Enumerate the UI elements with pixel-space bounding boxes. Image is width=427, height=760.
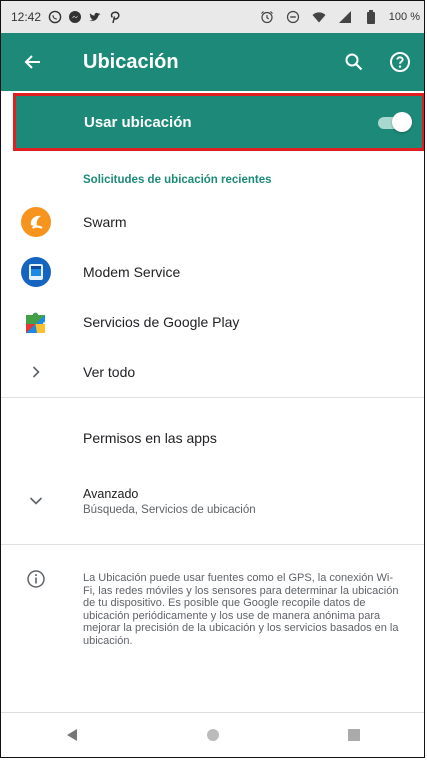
back-button[interactable] [1,33,65,91]
app-permissions-label: Permisos en las apps [83,430,217,446]
nav-home-button[interactable] [193,715,233,755]
use-location-toggle[interactable] [376,112,412,132]
advanced-summary: Búsqueda, Servicios de ubicación [83,503,256,516]
help-button[interactable] [386,48,414,76]
swarm-app-icon [21,207,51,237]
use-location-switch-row[interactable]: Usar ubicación [13,93,424,151]
chevron-right-icon [32,366,40,378]
recent-requests-header: Solicitudes de ubicación recientes [83,174,272,186]
wifi-icon [311,9,327,25]
divider [1,397,424,398]
arrow-back-icon [24,55,40,69]
twitter-icon [87,9,103,25]
do-not-disturb-icon [285,9,301,25]
phone-screen: 12:42 100 % Ubicación Usar ubicación Sol… [0,0,425,758]
google-play-services-app-icon [26,312,45,333]
app-bar: Ubicación [1,33,424,91]
cellular-signal-icon [337,9,353,25]
nav-back-button[interactable] [52,715,92,755]
status-time: 12:42 [11,10,42,24]
list-item-label: Swarm [83,214,127,230]
app-permissions-row[interactable]: Permisos en las apps [1,418,424,458]
battery-percentage: 100 % [388,11,420,23]
help-icon [390,52,410,72]
search-button[interactable] [340,48,368,76]
status-right-icons: 100 % [259,9,420,25]
alarm-icon [259,9,275,25]
list-item-label: Servicios de Google Play [83,314,240,330]
see-all-label: Ver todo [83,364,136,380]
pinterest-icon [107,9,123,25]
navigation-bar [1,712,424,757]
status-bar: 12:42 100 % [1,1,424,33]
use-location-label: Usar ubicación [84,113,192,131]
modem-service-app-icon [21,257,51,287]
page-title: Ubicación [83,50,179,73]
advanced-title: Avanzado [83,486,139,501]
list-item-swarm[interactable]: Swarm [1,202,424,242]
divider [1,544,424,545]
whatsapp-icon [47,9,63,25]
toggle-thumb [392,112,412,132]
messenger-icon [67,9,83,25]
list-item-modem-service[interactable]: Modem Service [1,252,424,292]
chevron-down-icon [29,497,43,505]
location-info-text: La Ubicación puede usar fuentes como el … [83,572,399,647]
info-icon [26,569,46,594]
nav-recents-button[interactable] [334,715,374,755]
list-item-label: Modem Service [83,264,181,280]
list-item-google-play-services[interactable]: Servicios de Google Play [1,302,424,342]
nav-recents-icon [347,729,360,741]
search-icon [345,53,363,71]
advanced-row[interactable]: Avanzado Búsqueda, Servicios de ubicació… [1,479,424,523]
nav-home-icon [206,729,219,741]
nav-back-icon [66,729,77,741]
see-all-row[interactable]: Ver todo [1,352,424,392]
battery-icon [363,9,379,25]
